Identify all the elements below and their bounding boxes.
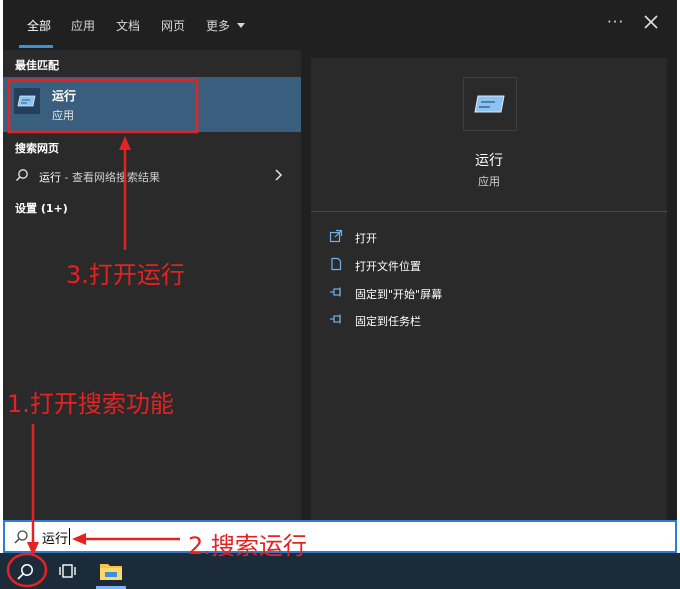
chevron-right-icon[interactable] [273, 168, 283, 182]
best-match-run-app[interactable]: 运行 应用 [3, 77, 301, 132]
annotation-step-2: 2.搜索运行 [188, 532, 307, 560]
search-tab-bar: 全部 应用 文档 网页 更多 ··· [3, 0, 677, 50]
taskbar [0, 553, 680, 589]
search-query-text: 运行 [42, 532, 69, 547]
file-explorer-icon[interactable] [98, 559, 124, 583]
pin-icon [330, 314, 341, 324]
best-match-type: 应用 [52, 109, 74, 122]
detail-subtitle: 应用 [478, 175, 500, 188]
tab-apps[interactable]: 应用 [71, 17, 95, 34]
tab-more[interactable]: 更多 [206, 17, 230, 34]
web-search-result[interactable]: 运行 - 查看网络搜索结果 [3, 163, 301, 189]
task-view-icon[interactable] [58, 562, 78, 580]
best-match-name: 运行 [52, 89, 77, 103]
action-pin-start-label: 固定到"开始"屏幕 [355, 288, 443, 301]
search-icon[interactable] [14, 561, 36, 583]
action-pin-taskbar-label: 固定到任务栏 [355, 315, 421, 328]
web-search-label: 运行 - 查看网络搜索结果 [39, 169, 160, 185]
run-app-icon [14, 88, 40, 114]
search-input[interactable]: 运行 [3, 520, 677, 553]
search-icon [16, 169, 28, 181]
annotation-step-1: 1.打开搜索功能 [7, 390, 174, 418]
detail-title: 运行 [475, 153, 503, 169]
action-open-label: 打开 [355, 232, 377, 245]
pin-icon [330, 287, 341, 297]
text-caret [69, 528, 70, 545]
web-search-query: 运行 [39, 171, 61, 184]
action-pin-to-taskbar[interactable]: 固定到任务栏 [329, 310, 649, 330]
tab-all[interactable]: 全部 [27, 17, 51, 34]
annotation-step-3: 3.打开运行 [66, 261, 185, 289]
more-options-button[interactable]: ··· [607, 13, 624, 31]
close-icon[interactable] [641, 12, 661, 32]
best-match-heading: 最佳匹配 [15, 59, 59, 72]
tab-documents[interactable]: 文档 [116, 17, 140, 34]
chevron-down-icon[interactable] [237, 23, 245, 28]
run-app-large-icon [463, 77, 517, 131]
settings-heading[interactable]: 设置 (1+) [15, 200, 68, 216]
search-icon [14, 530, 28, 544]
open-icon [329, 229, 343, 243]
tab-web[interactable]: 网页 [161, 17, 185, 34]
result-details-pane: 运行 应用 打开 打开文件位置 固定到"开始"屏幕 固定到任务栏 [311, 58, 667, 520]
action-open[interactable]: 打开 [329, 227, 649, 247]
file-location-icon [331, 257, 342, 271]
action-open-file-location[interactable]: 打开文件位置 [329, 255, 649, 275]
action-pin-to-start[interactable]: 固定到"开始"屏幕 [329, 283, 649, 303]
action-file-location-label: 打开文件位置 [355, 260, 421, 273]
web-search-heading: 搜索网页 [15, 142, 59, 155]
active-tab-indicator [19, 45, 53, 48]
web-search-hint: - 查看网络搜索结果 [61, 171, 160, 184]
divider [311, 211, 667, 212]
